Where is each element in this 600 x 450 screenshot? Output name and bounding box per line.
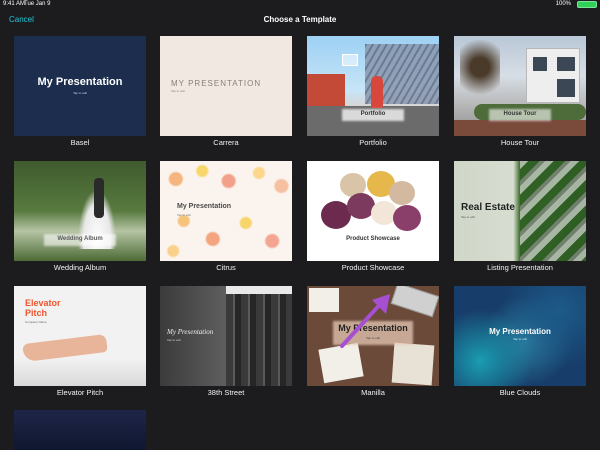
thumbnail-title: MY PRESENTATION: [171, 79, 262, 88]
template-label[interactable]: Elevator Pitch: [14, 388, 146, 397]
template-thumbnail-elevator-pitch[interactable]: Elevator Pitch Company Name: [14, 286, 146, 386]
template-thumbnail-portfolio[interactable]: Portfolio: [307, 36, 439, 136]
template-label[interactable]: Listing Presentation: [454, 263, 586, 272]
thumbnail-subtitle: Tap to edit: [513, 337, 527, 341]
battery-percentage: 100%: [555, 1, 571, 7]
template-thumbnail-38th-street[interactable]: My Presentation Tap to edit: [160, 286, 292, 386]
status-date: Tue Jan 9: [24, 1, 51, 7]
clothing-rack-image: [226, 294, 292, 386]
thumbnail-title: Real Estate: [461, 202, 515, 213]
ground-image: [454, 120, 586, 136]
template-label[interactable]: House Tour: [454, 138, 586, 147]
annotation-arrow-icon: [340, 294, 390, 348]
template-thumbnail-product-showcase[interactable]: Product Showcase: [307, 161, 439, 261]
template-thumbnail-wedding-album[interactable]: Wedding Album: [14, 161, 146, 261]
thumbnail-title: Product Showcase: [346, 236, 400, 242]
template-label[interactable]: Carrera: [160, 138, 292, 147]
page-title: Choose a Template: [263, 15, 337, 24]
template-thumbnail-house-tour[interactable]: House Tour: [454, 36, 586, 136]
thumbnail-title: My Presentation: [177, 203, 232, 210]
house-window: [557, 79, 575, 97]
template-thumbnail-partial[interactable]: [14, 410, 146, 450]
thumbnail-subtitle: Tap to edit: [171, 89, 185, 93]
player-image: [371, 76, 383, 108]
thumbnail-title: Wedding Album: [57, 236, 103, 242]
template-thumbnail-citrus[interactable]: My Presentation Tap to edit: [160, 161, 292, 261]
battery-icon: [577, 1, 597, 8]
template-label[interactable]: Wedding Album: [14, 263, 146, 272]
paper-image: [309, 288, 339, 312]
template-label[interactable]: Portfolio: [307, 138, 439, 147]
thumbnail-subtitle: Tap to edit: [177, 213, 191, 217]
template-thumbnail-basel[interactable]: My Presentation Tap to edit: [14, 36, 146, 136]
house-window: [557, 57, 575, 71]
aerial-neighborhood-image: [520, 161, 586, 261]
thumbnail-subtitle: Company Name: [25, 320, 47, 324]
notebook-image: [391, 342, 435, 386]
template-label[interactable]: 38th Street: [160, 388, 292, 397]
macaron-image: [393, 205, 421, 231]
template-label[interactable]: Citrus: [160, 263, 292, 272]
template-label[interactable]: Manilla: [307, 388, 439, 397]
thumbnail-subtitle: Tap to edit: [167, 338, 181, 342]
thumbnail-subtitle: Tap to edit: [73, 91, 87, 95]
thumbnail-title: My Presentation: [167, 328, 214, 336]
template-label[interactable]: Basel: [14, 138, 146, 147]
thumbnail-title: Portfolio: [360, 111, 386, 117]
thumbnail-title: My Presentation: [489, 327, 551, 336]
template-thumbnail-carrera[interactable]: MY PRESENTATION Tap to edit: [160, 36, 292, 136]
house-image: [526, 48, 580, 103]
macaron-image: [389, 181, 415, 205]
template-thumbnail-listing-presentation[interactable]: Real Estate Tap to edit: [454, 161, 586, 261]
thumbnail-title: My Presentation: [37, 76, 123, 88]
status-time: 9:41 AM: [3, 1, 26, 7]
navigation-bar: Cancel Choose a Template: [0, 10, 600, 30]
thumbnail-subtitle: Tap to edit: [461, 215, 475, 219]
template-thumbnail-blue-clouds[interactable]: My Presentation Tap to edit: [454, 286, 586, 386]
tree-image: [460, 39, 500, 109]
thumbnail-title: Elevator Pitch: [25, 298, 61, 318]
template-thumbnail-manilla[interactable]: My Presentation Tap to edit: [307, 286, 439, 386]
groom-image: [94, 178, 104, 218]
shadow-image: [14, 358, 146, 386]
house-window: [533, 57, 547, 71]
basketball-hoop-image: [342, 54, 358, 66]
thumbnail-title: House Tour: [503, 111, 537, 117]
template-label[interactable]: Blue Clouds: [454, 388, 586, 397]
status-bar: 9:41 AM Tue Jan 9 100%: [0, 0, 600, 10]
template-label[interactable]: Product Showcase: [307, 263, 439, 272]
